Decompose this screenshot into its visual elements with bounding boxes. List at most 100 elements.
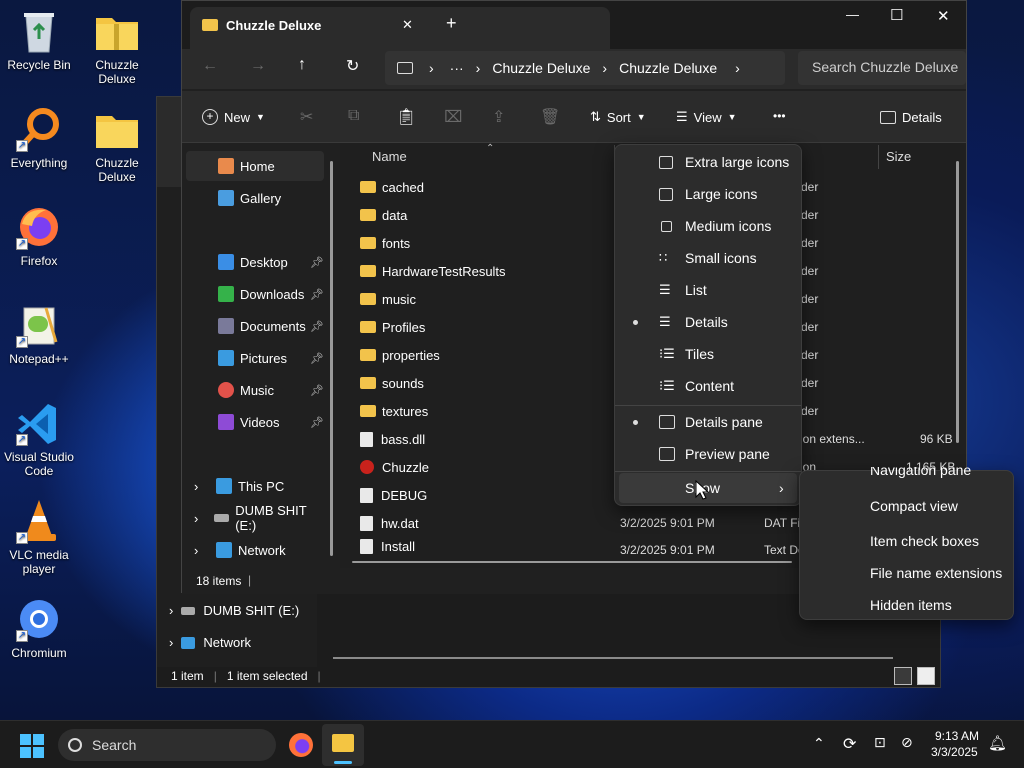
nav-item-drive[interactable]: › DUMB SHIT (E:) xyxy=(184,503,324,533)
close-button[interactable]: ✕ xyxy=(937,7,950,25)
desktop-icon-notepadpp[interactable]: ↗ Notepad++ xyxy=(0,302,78,366)
nav-item-home[interactable]: Home xyxy=(186,151,324,181)
pin-icon[interactable]: 📌︎ xyxy=(310,256,324,269)
start-button[interactable] xyxy=(20,734,44,758)
breadcrumb-item[interactable]: Chuzzle Deluxe xyxy=(619,60,717,76)
tab-chuzzle-deluxe[interactable]: Chuzzle Deluxe ✕ xyxy=(190,7,610,49)
list-item[interactable]: data xyxy=(360,201,407,229)
cut-icon[interactable]: ✂ xyxy=(300,107,313,127)
menu-item-medium-icons[interactable]: Medium icons xyxy=(619,211,797,241)
network-tray-icon[interactable]: ⊡ xyxy=(874,734,886,751)
notification-bell-icon[interactable]: 🔔︎ xyxy=(988,734,1007,752)
pin-icon[interactable]: 📌︎ xyxy=(310,288,324,301)
nav-item-pictures[interactable]: Pictures 📌︎ xyxy=(184,343,324,373)
sync-icon[interactable]: ⟳ xyxy=(843,734,856,754)
list-item[interactable]: Profiles xyxy=(360,313,425,341)
menu-item-compact-view[interactable]: Compact view xyxy=(804,491,1009,521)
sort-button[interactable]: ⇅ Sort ▼ xyxy=(590,103,646,131)
list-item[interactable]: textures xyxy=(360,397,428,425)
list-item[interactable]: Chuzzle xyxy=(360,453,429,481)
desktop-icon-everything[interactable]: ↗ Everything xyxy=(0,106,78,170)
nav-item-desktop[interactable]: Desktop 📌︎ xyxy=(184,247,324,277)
list-item[interactable]: DEBUG xyxy=(360,481,427,509)
list-item[interactable]: fonts xyxy=(360,229,410,257)
nav-item-downloads[interactable]: Downloads 📌︎ xyxy=(184,279,324,309)
menu-item-content[interactable]: ⁝☰ Content xyxy=(619,371,797,401)
taskbar-search[interactable]: Search xyxy=(58,729,276,761)
nav-item-drive[interactable]: › DUMB SHIT (E:) xyxy=(169,603,299,618)
minimize-button[interactable]: — xyxy=(846,7,859,22)
list-item[interactable]: hw.dat xyxy=(360,509,419,537)
tab-close-button[interactable]: ✕ xyxy=(402,17,413,33)
refresh-icon[interactable]: ↻ xyxy=(346,56,359,76)
details-pane-button[interactable]: Details xyxy=(880,103,942,131)
maximize-button[interactable]: ☐ xyxy=(890,6,903,24)
menu-item-small-icons[interactable]: ∷ Small icons xyxy=(619,243,797,273)
desktop-icon-firefox[interactable]: ↗ Firefox xyxy=(0,204,78,268)
new-tab-button[interactable]: + xyxy=(446,13,457,34)
up-arrow-icon[interactable]: ↑ xyxy=(298,56,306,74)
pin-icon[interactable]: 📌︎ xyxy=(310,352,324,365)
list-item[interactable]: sounds xyxy=(360,369,424,397)
menu-item-list[interactable]: ☰ List xyxy=(619,275,797,305)
nav-item-documents[interactable]: Documents 📌︎ xyxy=(184,311,324,341)
share-icon[interactable]: ⇪ xyxy=(492,107,505,127)
menu-item-tiles[interactable]: ⁝☰ Tiles xyxy=(619,339,797,369)
clock-time[interactable]: 9:13 AM xyxy=(935,729,979,743)
menu-item-hidden-items[interactable]: Hidden items xyxy=(804,590,1009,620)
nav-item-network[interactable]: › Network xyxy=(169,635,251,650)
menu-item-extra-large-icons[interactable]: Extra large icons xyxy=(619,147,797,177)
list-item[interactable]: cached xyxy=(360,173,424,201)
menu-item-item-check-boxes[interactable]: Item check boxes xyxy=(804,526,1009,556)
nav-item-network[interactable]: › Network xyxy=(184,535,324,565)
volume-muted-icon[interactable]: ⊘ xyxy=(901,734,913,751)
breadcrumb[interactable]: › ··· › Chuzzle Deluxe › Chuzzle Deluxe … xyxy=(385,51,785,85)
menu-item-preview-pane[interactable]: Preview pane xyxy=(619,439,797,469)
chevron-right-icon[interactable]: › xyxy=(194,511,214,526)
menu-item-large-icons[interactable]: Large icons xyxy=(619,179,797,209)
new-button[interactable]: + New ▼ xyxy=(202,103,265,131)
chevron-right-icon[interactable]: › xyxy=(194,479,216,494)
details-view-toggle[interactable] xyxy=(894,667,912,685)
search-input[interactable]: Search Chuzzle Deluxe xyxy=(798,51,966,85)
column-divider[interactable] xyxy=(878,145,879,169)
vertical-scrollbar[interactable] xyxy=(956,161,959,443)
nav-item-gallery[interactable]: Gallery xyxy=(184,183,324,213)
scrollbar-horizontal[interactable] xyxy=(333,657,893,659)
column-header-size[interactable]: Size xyxy=(886,149,911,164)
nav-item-music[interactable]: Music 📌︎ xyxy=(184,375,324,405)
more-options-button[interactable]: ••• xyxy=(773,109,786,123)
desktop-icon-vlc[interactable]: ↗ VLC media player xyxy=(0,498,78,576)
tiles-view-toggle[interactable] xyxy=(917,667,935,685)
list-item[interactable]: Install xyxy=(360,537,415,555)
list-item[interactable]: HardwareTestResults xyxy=(360,257,506,285)
pin-icon[interactable]: 📌︎ xyxy=(310,320,324,333)
pin-icon[interactable]: 📌︎ xyxy=(310,416,324,429)
desktop-icon-chuzzle-folder[interactable]: Chuzzle Deluxe xyxy=(78,8,156,86)
clock-date[interactable]: 3/3/2025 xyxy=(931,745,978,759)
desktop-icon-vscode[interactable]: ↗ Visual Studio Code xyxy=(0,400,78,478)
menu-item-file-name-extensions[interactable]: File name extensions xyxy=(804,558,1009,588)
taskbar-file-explorer[interactable] xyxy=(322,724,364,766)
column-header-name[interactable]: Name xyxy=(372,149,407,164)
menu-item-details[interactable]: ☰ Details xyxy=(619,307,797,337)
list-item[interactable]: music xyxy=(360,285,416,313)
nav-scrollbar[interactable] xyxy=(330,161,333,556)
nav-item-videos[interactable]: Videos 📌︎ xyxy=(184,407,324,437)
horizontal-scrollbar[interactable] xyxy=(352,561,792,563)
view-button[interactable]: ☰ View ▼ xyxy=(676,103,737,131)
desktop-icon-recycle-bin[interactable]: Recycle Bin xyxy=(0,8,78,72)
forward-arrow-icon[interactable]: → xyxy=(250,57,266,75)
back-arrow-icon[interactable]: ← xyxy=(202,57,218,75)
pin-icon[interactable]: 📌︎ xyxy=(310,384,324,397)
delete-icon[interactable]: 🗑︎ xyxy=(540,107,560,127)
breadcrumb-more[interactable]: ··· xyxy=(450,60,464,76)
chevron-up-icon[interactable]: ⌃ xyxy=(813,735,825,752)
chevron-right-icon[interactable]: › xyxy=(194,543,216,558)
rename-icon[interactable]: ⌧ xyxy=(444,107,462,127)
list-item[interactable]: bass.dll xyxy=(360,425,425,453)
nav-item-this-pc[interactable]: › This PC xyxy=(184,471,324,501)
desktop-icon-chromium[interactable]: ↗ Chromium xyxy=(0,596,78,660)
list-item[interactable]: properties xyxy=(360,341,440,369)
menu-item-navigation-pane[interactable]: Navigation pane xyxy=(804,467,1009,481)
